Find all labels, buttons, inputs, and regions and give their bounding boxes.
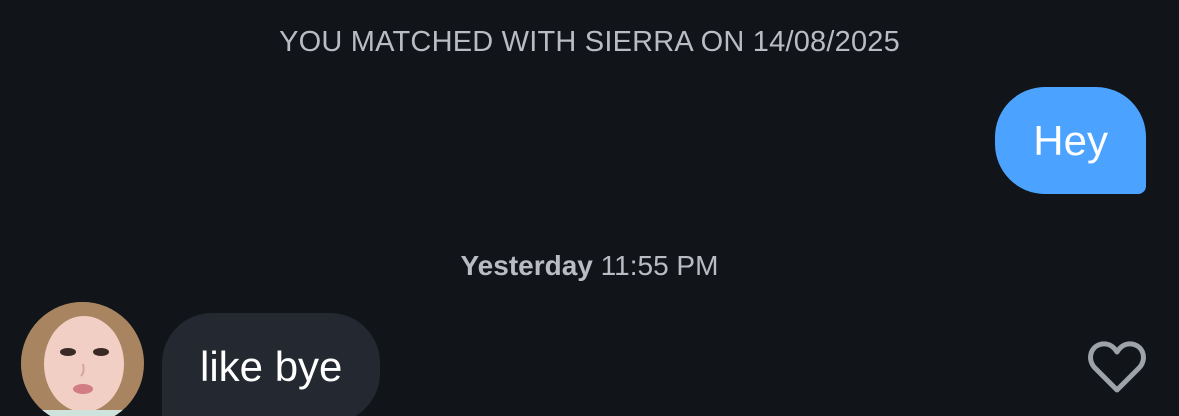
- sender-avatar[interactable]: [21, 302, 144, 416]
- timestamp-time: 11:55 PM: [600, 250, 719, 281]
- timestamp-day: Yesterday: [460, 250, 593, 281]
- heart-outline-icon[interactable]: [1088, 340, 1146, 394]
- outgoing-message-bubble[interactable]: Hey: [995, 87, 1146, 194]
- avatar-image: [21, 302, 144, 416]
- incoming-message-bubble[interactable]: like bye: [162, 313, 381, 416]
- chat-thread: YOU MATCHED WITH SIERRA ON 14/08/2025 He…: [0, 0, 1179, 416]
- message-timestamp: Yesterday 11:55 PM: [0, 250, 1179, 282]
- match-date-header: YOU MATCHED WITH SIERRA ON 14/08/2025: [279, 26, 900, 58]
